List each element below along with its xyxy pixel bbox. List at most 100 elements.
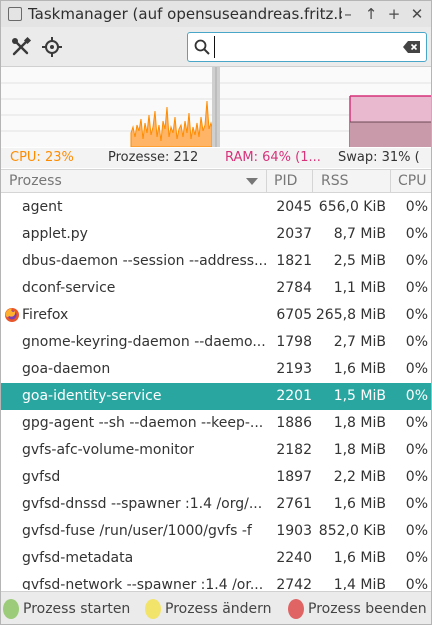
select-window-button[interactable] bbox=[40, 35, 64, 59]
pid-cell: 2201 bbox=[276, 388, 312, 404]
process-name-cell: gvfsd-dnssd --spawner :1.4 /org/... bbox=[22, 496, 263, 512]
rss-cell: 1,6 MiB bbox=[333, 496, 386, 512]
table-row[interactable]: gvfs-afc-volume-monitor 2182 1,8 MiB 0% bbox=[1, 437, 431, 464]
process-name-cell: gvfsd-fuse /run/user/1000/gvfs -f bbox=[22, 523, 252, 539]
cpu-cell: 0% bbox=[405, 496, 428, 512]
yellow-dot-icon bbox=[145, 599, 161, 619]
window-menu-icon[interactable] bbox=[8, 7, 22, 21]
table-row[interactable]: applet.py 2037 8,7 MiB 0% bbox=[1, 221, 431, 248]
column-header-rss[interactable]: RSS bbox=[321, 173, 349, 189]
cpu-cell: 0% bbox=[405, 415, 428, 431]
shade-button[interactable]: ↑ bbox=[363, 4, 379, 24]
end-process-label: Prozess beenden bbox=[308, 601, 427, 617]
column-divider[interactable] bbox=[312, 170, 313, 192]
table-row[interactable]: gnome-keyring-daemon --daemo... 1798 2,7 M… bbox=[1, 329, 431, 356]
window-title: Taskmanager (auf opensuseandreas.fritz.b… bbox=[28, 5, 342, 23]
close-button[interactable]: ✕ bbox=[409, 4, 425, 24]
process-name-cell: dbus-daemon --session --address... bbox=[22, 253, 268, 269]
table-row[interactable]: gvfsd-fuse /run/user/1000/gvfs -f 1903 852… bbox=[1, 518, 431, 545]
rss-cell: 1,4 MiB bbox=[333, 577, 386, 590]
pid-cell: 1798 bbox=[276, 334, 312, 350]
minimize-button[interactable]: – bbox=[340, 4, 356, 24]
maximize-button[interactable]: + bbox=[386, 4, 402, 24]
pid-cell: 1903 bbox=[276, 523, 312, 539]
table-row[interactable]: dconf-service 2784 1,1 MiB 0% bbox=[1, 275, 431, 302]
table-header: Prozess PID RSS CPU bbox=[1, 169, 431, 193]
rss-cell: 8,7 MiB bbox=[333, 226, 386, 242]
search-input[interactable] bbox=[214, 36, 394, 58]
cpu-cell: 0% bbox=[405, 334, 428, 350]
cpu-usage-label: CPU: 23% bbox=[10, 150, 74, 165]
monitor-graphs bbox=[1, 67, 431, 147]
cpu-cell: 0% bbox=[405, 280, 428, 296]
memory-graph bbox=[220, 67, 431, 147]
process-name-cell: Firefox bbox=[22, 307, 69, 323]
cpu-cell: 0% bbox=[405, 523, 428, 539]
rss-cell: 1,1 MiB bbox=[333, 280, 386, 296]
process-name-cell: goa-identity-service bbox=[22, 388, 162, 404]
clear-search-icon[interactable] bbox=[403, 40, 421, 54]
column-divider[interactable] bbox=[266, 170, 267, 192]
rss-cell: 2,7 MiB bbox=[333, 334, 386, 350]
cpu-cell: 0% bbox=[405, 469, 428, 485]
title-bar[interactable]: Taskmanager (auf opensuseandreas.fritz.b… bbox=[1, 1, 431, 27]
rss-cell: 852,0 KiB bbox=[318, 523, 386, 539]
crosshair-icon bbox=[42, 37, 62, 57]
rss-cell: 1,6 MiB bbox=[333, 550, 386, 566]
cpu-cell: 0% bbox=[405, 307, 428, 323]
pid-cell: 1897 bbox=[276, 469, 312, 485]
search-icon bbox=[194, 39, 210, 55]
pid-cell: 2193 bbox=[276, 361, 312, 377]
firefox-icon bbox=[5, 308, 19, 322]
table-row[interactable]: gvfsd-dnssd --spawner :1.4 /org/... 2761 1… bbox=[1, 491, 431, 518]
pid-cell: 2037 bbox=[276, 226, 312, 242]
table-row[interactable]: gvfsd-network --spawner :1.4 /or... 2742 1… bbox=[1, 572, 431, 590]
column-header-cpu[interactable]: CPU bbox=[398, 173, 426, 189]
pid-cell: 2045 bbox=[276, 199, 312, 215]
table-row[interactable]: agent 2045 656,0 KiB 0% bbox=[1, 194, 431, 221]
cpu-cell: 0% bbox=[405, 253, 428, 269]
window-controls: – ↑ + ✕ bbox=[340, 4, 425, 24]
cpu-cell: 0% bbox=[405, 442, 428, 458]
cpu-cell: 0% bbox=[405, 199, 428, 215]
process-name-cell: applet.py bbox=[22, 226, 88, 242]
pid-cell: 2761 bbox=[276, 496, 312, 512]
process-name-cell: gvfsd bbox=[22, 469, 61, 485]
rss-cell: 1,8 MiB bbox=[333, 442, 386, 458]
process-name-cell: goa-daemon bbox=[22, 361, 111, 377]
column-header-pid[interactable]: PID bbox=[274, 173, 297, 189]
table-row[interactable]: dbus-daemon --session --address... 1821 2,… bbox=[1, 248, 431, 275]
process-list[interactable]: agent 2045 656,0 KiB 0% applet.py 2037 8,7 MiB… bbox=[1, 194, 431, 590]
rss-cell: 2,2 MiB bbox=[333, 469, 386, 485]
pid-cell: 1821 bbox=[276, 253, 312, 269]
column-divider[interactable] bbox=[390, 170, 391, 192]
settings-button[interactable] bbox=[9, 35, 33, 59]
process-name-cell: gvfsd-metadata bbox=[22, 550, 134, 566]
pid-cell: 2240 bbox=[276, 550, 312, 566]
rss-cell: 1,8 MiB bbox=[333, 415, 386, 431]
table-row[interactable]: gpg-agent --sh --daemon --keep-... 1886 1,… bbox=[1, 410, 431, 437]
process-name-cell: dconf-service bbox=[22, 280, 116, 296]
sort-descending-icon bbox=[246, 178, 258, 185]
start-process-label: Prozess starten bbox=[23, 601, 131, 617]
start-process-button[interactable]: Prozess starten bbox=[3, 598, 130, 620]
cpu-graph bbox=[1, 67, 212, 147]
table-row[interactable]: Firefox 6705 265,8 MiB 0% bbox=[1, 302, 431, 329]
process-name-cell: gpg-agent --sh --daemon --keep-... bbox=[22, 415, 264, 431]
table-row[interactable]: gvfsd 1897 2,2 MiB 0% bbox=[1, 464, 431, 491]
table-row[interactable]: goa-identity-service 2201 1,5 MiB 0% bbox=[1, 383, 431, 410]
cpu-cell: 0% bbox=[405, 361, 428, 377]
column-header-process[interactable]: Prozess bbox=[9, 173, 62, 189]
table-row[interactable]: goa-daemon 2193 1,6 MiB 0% bbox=[1, 356, 431, 383]
graph-splitter[interactable] bbox=[212, 67, 220, 147]
table-row[interactable]: gvfsd-metadata 2240 1,6 MiB 0% bbox=[1, 545, 431, 572]
action-bar: Prozess starten Prozess ändern Prozess b… bbox=[1, 591, 431, 624]
end-process-button[interactable]: Prozess beenden bbox=[288, 598, 427, 620]
tools-icon bbox=[12, 36, 32, 56]
process-name-cell: agent bbox=[22, 199, 63, 215]
rss-cell: 2,5 MiB bbox=[333, 253, 386, 269]
search-field[interactable] bbox=[187, 32, 427, 62]
change-process-button[interactable]: Prozess ändern bbox=[145, 598, 272, 620]
pid-cell: 2742 bbox=[276, 577, 312, 590]
process-name-cell: gvfsd-network --spawner :1.4 /or... bbox=[22, 577, 264, 590]
